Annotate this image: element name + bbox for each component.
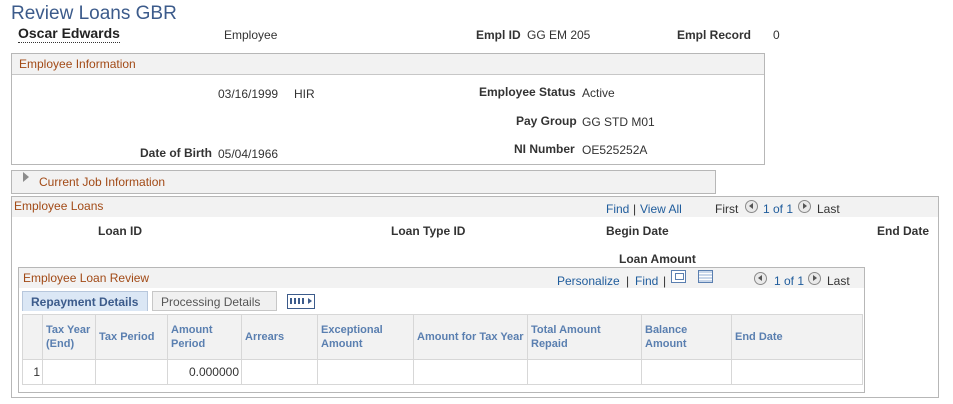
pay-group-value: GG STD M01	[582, 115, 655, 129]
col-total-amount-repaid[interactable]: Total Amount Repaid	[527, 314, 642, 360]
col-balance-amount[interactable]: Balance Amount	[641, 314, 732, 360]
cell-amount-for-tax-year	[413, 359, 528, 385]
col-loan-id: Loan ID	[98, 224, 142, 238]
empl-id-label: Empl ID	[476, 28, 521, 42]
review-sep-2: |	[663, 274, 667, 288]
empl-record-label: Empl Record	[677, 28, 752, 42]
review-last-label: Last	[827, 274, 850, 288]
review-sep: |	[626, 274, 630, 288]
review-next-icon[interactable]	[808, 272, 821, 287]
cell-total-amount-repaid	[527, 359, 642, 385]
review-range: 1 of 1	[774, 274, 805, 288]
show-all-columns-icon[interactable]	[287, 294, 315, 309]
empl-id-value: GG EM 205	[527, 28, 591, 42]
col-exceptional-amount[interactable]: Exceptional Amount	[317, 314, 414, 360]
employee-name: Oscar Edwards	[18, 25, 120, 43]
new-window-icon[interactable]	[671, 270, 686, 283]
loans-first-label: First	[715, 202, 739, 216]
ni-number-label: NI Number	[514, 142, 575, 156]
employee-status-value: Active	[582, 86, 615, 100]
page-title: Review Loans GBR	[11, 3, 177, 24]
employee-info-header: Employee Information	[12, 54, 764, 75]
col-row-number	[22, 314, 43, 360]
employee-role: Employee	[224, 28, 278, 42]
loans-next-icon[interactable]	[798, 200, 811, 215]
col-review-end-date[interactable]: End Date	[731, 314, 863, 360]
loan-review-table: Tax Year (End) Tax Period Amount Period …	[22, 314, 863, 385]
dob-value: 05/04/1966	[218, 147, 279, 161]
col-amount-for-tax-year[interactable]: Amount for Tax Year	[413, 314, 528, 360]
empl-record-value: 0	[773, 28, 780, 42]
loans-last-label: Last	[817, 202, 840, 216]
cell-tax-year	[42, 359, 96, 385]
col-loan-type-id: Loan Type ID	[391, 224, 466, 238]
loans-find-link[interactable]: Find	[606, 202, 629, 216]
col-end-date: End Date	[877, 224, 930, 238]
ni-number-value: OE525252A	[582, 143, 648, 157]
row-number: 1	[22, 359, 43, 385]
review-prev-icon[interactable]	[754, 272, 767, 287]
hire-date-value: 03/16/1999	[218, 87, 279, 101]
expand-arrow-icon[interactable]	[23, 172, 29, 182]
tab-repayment-details[interactable]: Repayment Details	[22, 291, 148, 311]
employee-status-label: Employee Status	[479, 85, 576, 99]
cell-tax-period	[95, 359, 168, 385]
loans-sep: |	[633, 202, 637, 216]
personalize-link[interactable]: Personalize	[557, 274, 620, 288]
cell-amount-period: 0.000000	[167, 359, 242, 385]
employee-info-panel: Employee Information	[11, 53, 765, 165]
cell-balance-amount	[641, 359, 732, 385]
cell-arrears	[241, 359, 318, 385]
tab-processing-details[interactable]: Processing Details	[152, 291, 277, 311]
loans-view-all-link[interactable]: View All	[640, 202, 682, 216]
employee-loans-header: Employee Loans	[14, 199, 104, 213]
review-find-link[interactable]: Find	[635, 274, 658, 288]
table-row: 1 0.000000	[22, 359, 863, 385]
download-grid-icon[interactable]	[698, 270, 713, 283]
col-tax-period[interactable]: Tax Period	[95, 314, 168, 360]
action-value: HIR	[294, 87, 315, 101]
col-loan-amount: Loan Amount	[619, 252, 696, 266]
loans-range: 1 of 1	[763, 202, 794, 216]
pay-group-label: Pay Group	[516, 114, 577, 128]
col-begin-date: Begin Date	[606, 224, 669, 238]
current-job-header[interactable]: Current Job Information	[39, 175, 165, 189]
dob-label: Date of Birth	[140, 146, 212, 160]
loan-review-header: Employee Loan Review	[23, 271, 150, 285]
col-amount-period[interactable]: Amount Period	[167, 314, 242, 360]
loans-prev-icon[interactable]	[745, 200, 758, 215]
table-header-row: Tax Year (End) Tax Period Amount Period …	[22, 314, 863, 360]
col-arrears[interactable]: Arrears	[241, 314, 318, 360]
col-tax-year[interactable]: Tax Year (End)	[42, 314, 96, 360]
cell-end-date	[731, 359, 863, 385]
cell-exceptional-amount	[317, 359, 414, 385]
